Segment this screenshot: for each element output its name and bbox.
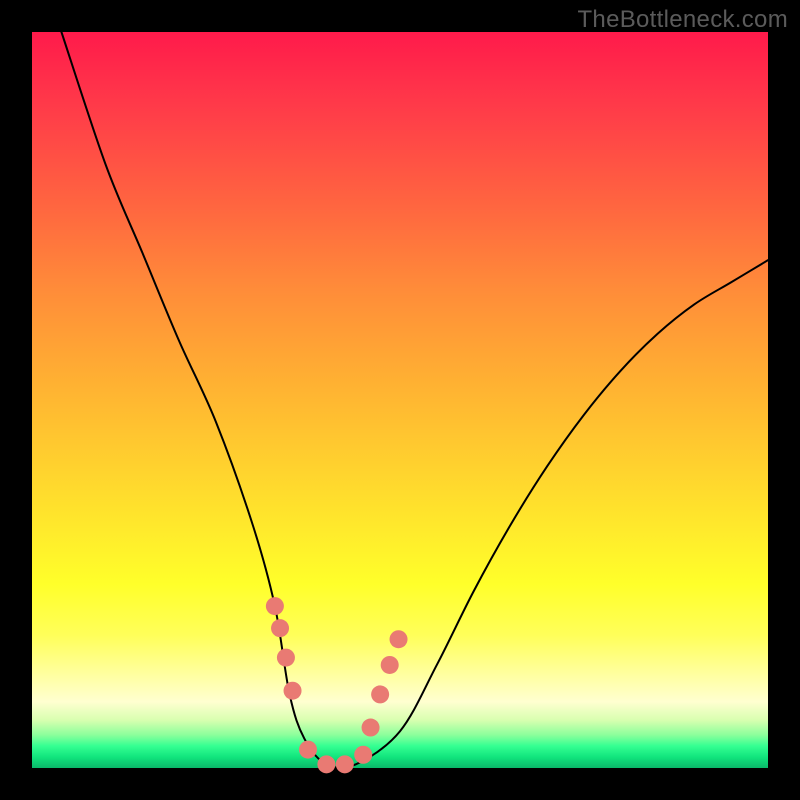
highlight-dot: [299, 741, 317, 759]
highlight-dot: [277, 649, 295, 667]
highlight-dot: [271, 619, 289, 637]
highlight-dot: [362, 719, 380, 737]
chart-frame: TheBottleneck.com: [0, 0, 800, 800]
highlight-dot: [354, 746, 372, 764]
highlight-dot: [381, 656, 399, 674]
highlight-dot: [390, 630, 408, 648]
highlight-dot: [284, 682, 302, 700]
watermark-text: TheBottleneck.com: [577, 6, 788, 34]
chart-svg: [32, 32, 768, 768]
bottleneck-curve: [61, 32, 768, 768]
plot-area: [32, 32, 768, 768]
highlight-dot: [266, 597, 284, 615]
highlight-dot: [336, 755, 354, 773]
highlight-dots: [266, 597, 408, 773]
highlight-dot: [371, 685, 389, 703]
highlight-dot: [317, 755, 335, 773]
